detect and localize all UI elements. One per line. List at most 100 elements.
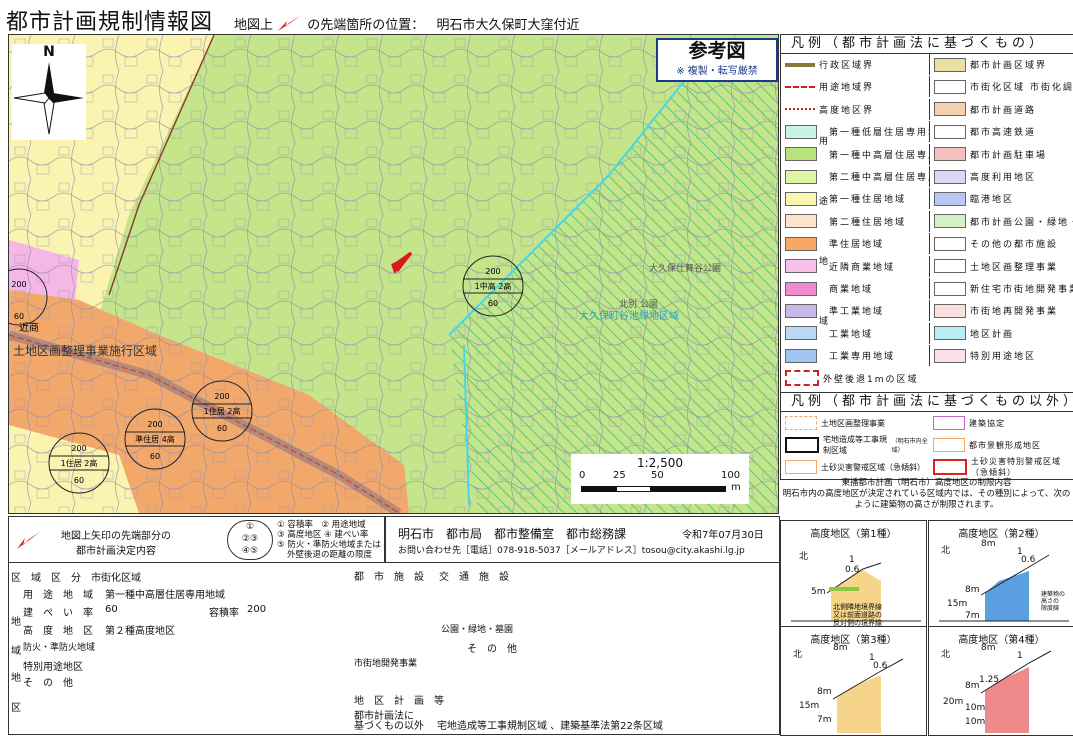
legend-item: 都市計画道路 (929, 98, 1073, 120)
legend-swatch (785, 169, 817, 184)
circle-key-row: ① (245, 522, 255, 532)
far-value: 200 (247, 604, 267, 615)
legend-item-label: 工業地域 (829, 329, 874, 340)
reference-label: 参考図 (688, 40, 746, 62)
sonota-label: そ の 他 (467, 644, 517, 655)
legend-item: 地区計画 (929, 322, 1073, 344)
height-note-title: 東播都市計画（明石市）高度地区の制限内容 (841, 478, 1012, 488)
coverage-value: 60 (105, 604, 118, 615)
nonplan-label: 基づくもの以外 (354, 721, 424, 732)
hd-val: 8m (965, 585, 980, 595)
height-diagram-4 (980, 650, 1052, 733)
legend-swatch (785, 147, 817, 162)
legend-swatch (934, 79, 966, 94)
legend-group-char: 域 (819, 317, 829, 327)
legend-item-label: 工業専用地域 (829, 352, 896, 363)
legend-swatch (785, 62, 815, 67)
legend-swatch (934, 102, 966, 117)
hd-val: 8m (965, 681, 980, 691)
legend-item: 工業専用地域 (781, 345, 929, 366)
legend-item-label: 地区計画 (970, 329, 1015, 340)
legend-item-label: 都市計画駐車場 (970, 150, 1048, 161)
legend-swatch (785, 124, 817, 139)
coverage-value: 60 (488, 299, 498, 308)
legend-item-label: 土砂災害特別警戒区域（急傾斜） (971, 457, 1061, 477)
hd-val: 0.6 (873, 661, 888, 671)
hd-val: 0.6 (1021, 555, 1036, 565)
zone-code: 準住居 4高 (135, 434, 175, 444)
circle-desc: ⑤ 防火・準防火地域または (277, 540, 381, 550)
redev-label: 市街地開発事業 (354, 659, 418, 669)
scale-ratio: 1:2,500 (636, 456, 684, 470)
scale-tick: 0 (579, 470, 586, 481)
zone-code: 1住居 2高 (204, 406, 241, 416)
legend-item: 用途地域界 (781, 76, 929, 97)
contact-info[interactable]: お問い合わせ先［電話］078-918-5037［メールアドレス］tosou@ci… (398, 543, 745, 556)
zoning-map[interactable]: 200 1中高 2高 60 200 1住居 2高 60 200 準住居 4高 6… (8, 34, 779, 514)
side-char: 地 (11, 673, 21, 684)
page-title: 都市計画規制情報図 (6, 10, 214, 35)
kouen-name: 大久保仕舞谷公園 (649, 262, 721, 274)
legend-other-item: 土砂災害警戒区域（急傾斜） (781, 456, 929, 478)
far-value: 200 (71, 444, 86, 453)
legend-item: 都市高速鉄道 (929, 121, 1073, 143)
legend-item-label: 第一種低層住居専用地域 (829, 128, 929, 139)
legend-swatch (785, 281, 817, 296)
hd-val: 北 (799, 552, 809, 562)
kinsho-label: 近商 (19, 321, 39, 334)
legend-item-label: 土地区画整理事業 (970, 262, 1059, 273)
hd-val: 15m (799, 701, 820, 711)
hoka-label: 北別 公園 (619, 299, 658, 310)
legend-item-label: 臨港地区 (970, 195, 1015, 206)
legend-group-char: 用 (819, 137, 829, 147)
height-district-1: 高度地区（第1種） 北 1 0.6 5m 北側隣地境界線 又は前面道路の 反対側… (780, 520, 927, 630)
north-arrow: N (12, 44, 86, 140)
legend-swatch (785, 85, 815, 88)
scale-tick: 50 (651, 470, 664, 481)
height-district-2: 高度地区（第2種） 北 8m 1 0.6 8m 15m 7m 建築物の 高さの … (928, 520, 1073, 630)
side-char: 域 (11, 646, 21, 657)
legend-item-label: 第一種中高層住居専用地域 (829, 150, 929, 161)
hd-title: 高度地区（第2種） (958, 529, 1045, 540)
legend-item: 近隣商業地域 (781, 256, 929, 277)
legend-item-label: 高度利用地区 (970, 173, 1037, 183)
legend-swatch (785, 326, 817, 341)
kukaku-label: 土地区画整理事業施行区域 (13, 343, 157, 358)
legend-item-label: 新住宅市街地開発事業 (970, 285, 1073, 295)
legend-item: 行政区域界 (781, 54, 929, 75)
legend-item: 土地区画整理事業 (929, 255, 1073, 277)
arrow-caption: 地図上矢印の先端部分の (61, 531, 171, 542)
height-diagram-2 (939, 554, 1069, 622)
legend-title-other: 凡例（都市計画法に基づくもの以外） (781, 393, 1073, 412)
legend-item: 高度地区界 (781, 99, 929, 120)
legend-swatch (934, 124, 966, 139)
legend-item-label: 用途地域界 (819, 83, 875, 94)
legend-item: 商業地域 (781, 278, 929, 299)
hd-val: 10m (965, 703, 986, 713)
coverage-label: 建 ぺ い 率 (23, 608, 93, 619)
hd-val: 7m (965, 611, 980, 621)
hd-val: 8m (981, 643, 996, 653)
hd-note: 建築物の (1041, 591, 1066, 598)
use-value: 第一種中高層住居専用地域 (105, 590, 225, 601)
legend-item-label: 建築協定 (969, 418, 1005, 428)
circle-desc: ③ 高度地区 ④ 建ぺい率 (277, 530, 369, 540)
location-prefix: 地図上 (234, 18, 274, 33)
special-label: 特別用途地区 (23, 662, 83, 673)
legend-item: 第二種住居地域 (781, 211, 929, 232)
hd-title: 高度地区（第1種） (810, 529, 897, 540)
legend-item: 市街化区域 市街化調整区域 (929, 76, 1073, 98)
legend-item-label: 外壁後退1mの区域 (823, 374, 919, 385)
circle-desc: ① 容積率 ② 用途地域 (277, 520, 366, 530)
facility-label: 都 市 施 設 (354, 572, 424, 583)
legend-swatch (934, 214, 966, 229)
legend-panel: 凡例（都市計画法に基づくもの） 行政区域界 用途地域界 高度地区界 第一種低層住居専用… (780, 34, 1073, 393)
hd-note: 北側隣地境界線 (833, 603, 882, 611)
scale-bar: 1:2,500 0 25 50 100 m (571, 454, 749, 504)
legend-swatch (933, 416, 965, 430)
height-value: 第２種高度地区 (105, 626, 175, 637)
arrow-info-box: 地図上矢印の先端部分の 都市計画決定内容 ① ②③ ④⑤ ① 容積率 ② 用途地… (8, 516, 385, 564)
legend-item: 都市計画駐車場 (929, 143, 1073, 165)
circle-desc: 外壁後退の距離の限度 (287, 550, 373, 560)
legend-other-item: 都市景観形成地区 (929, 434, 1073, 456)
